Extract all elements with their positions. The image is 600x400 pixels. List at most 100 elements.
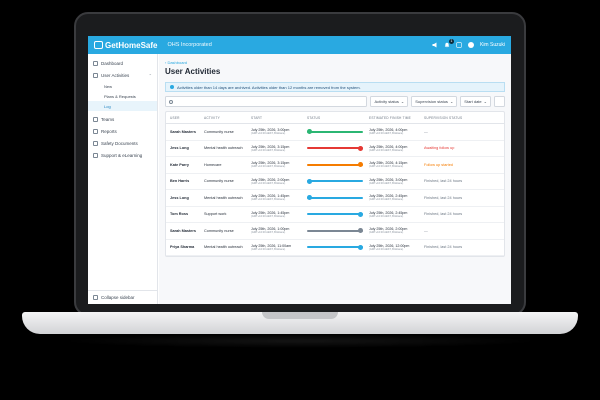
status-line	[307, 196, 363, 199]
timezone: (GMT+10:00 AEST, Brisbane)	[369, 181, 404, 185]
row-activity: Community nurse	[204, 129, 234, 134]
sidebar-subitem-new[interactable]: New	[88, 81, 157, 91]
status-track	[307, 195, 363, 201]
table-row[interactable]: Sarah Masters Community nurse July 25th,…	[166, 124, 504, 141]
table-body: Sarah Masters Community nurse July 25th,…	[166, 124, 504, 256]
row-user: Kate Parry	[170, 162, 189, 167]
user-name[interactable]: Kim Suzuki	[480, 42, 505, 48]
supervision-status: Finished, last 24 hours	[424, 245, 463, 250]
sidebar-item-reports[interactable]: Reports	[88, 125, 157, 137]
filter-options-button[interactable]	[494, 96, 505, 107]
timezone: (GMT+10:00 AEST, Brisbane)	[251, 165, 286, 169]
chevron-up-icon: ⌃	[148, 72, 152, 78]
status-line	[307, 180, 363, 183]
status-dot	[358, 211, 363, 217]
home-icon	[93, 60, 98, 66]
info-icon	[170, 85, 174, 89]
status-dot	[358, 162, 363, 168]
sidebar-item-label: Reports	[101, 128, 117, 134]
supervision-status: —	[424, 129, 428, 134]
status-track	[307, 129, 363, 135]
chevron-down-icon: ⌄	[483, 99, 487, 104]
timezone: (GMT+10:00 AEST, Brisbane)	[369, 231, 404, 235]
user-avatar-icon[interactable]	[467, 42, 474, 48]
sidebar-item-label: Dashboard	[101, 60, 124, 66]
main-content: ‹ Dashboard User Activities Activities o…	[159, 54, 511, 304]
filter-label: Activity status	[374, 99, 399, 104]
status-dot	[358, 228, 363, 234]
status-line	[307, 147, 363, 150]
activity-icon	[93, 72, 98, 78]
sidebar-item-user-activities[interactable]: User Activities ⌃	[88, 69, 157, 81]
table-row[interactable]: Sarah Masters Community nurse July 25th,…	[166, 223, 504, 240]
sidebar-item-support[interactable]: Support & eLearning	[88, 149, 157, 161]
row-start: July 25th, 2026, 11:00am (GMT+10:00 AEST,…	[251, 244, 307, 251]
finish-time: July 25th, 2026, 4:00pm	[369, 144, 408, 149]
column-header[interactable]: STATUS	[307, 116, 369, 120]
chevron-down-icon: ⌄	[449, 99, 454, 104]
status-dot	[358, 244, 363, 250]
laptop-mockup: GetHomeSafe OHS Incorporated 1 Kim Suzuk…	[0, 0, 600, 400]
timezone: (GMT+10:00 AEST, Brisbane)	[369, 214, 404, 218]
table-row[interactable]: Kate Parry Homecare July 25th, 2026, 3:1…	[166, 157, 504, 174]
table-row[interactable]: Priya Sharma Mental health outreach July…	[166, 240, 504, 256]
megaphone-icon[interactable]	[432, 42, 438, 48]
row-finish: July 25th, 2026, 3:00pm (GMT+10:00 AEST, …	[369, 178, 424, 185]
search-input[interactable]	[165, 96, 368, 107]
sidebar-item-label: User Activities	[101, 72, 130, 78]
column-header[interactable]: SUPERVISION STATUS	[424, 116, 480, 120]
timezone: (GMT+10:00 AEST, Brisbane)	[369, 132, 404, 136]
collapse-sidebar-button[interactable]: Collapse sidebar	[88, 290, 158, 304]
column-header[interactable]: ESTIMATED FINISH TIME	[369, 116, 424, 120]
status-line	[307, 163, 363, 166]
status-dot	[358, 145, 363, 151]
page-title: User Activities	[165, 67, 221, 76]
status-line	[307, 246, 363, 249]
report-icon	[93, 128, 98, 134]
sidebar-item-teams[interactable]: Teams	[88, 113, 157, 125]
sidebar-subitem-log[interactable]: Log	[88, 101, 157, 111]
filter-label: Supervision status	[415, 99, 448, 104]
sidebar-item-label: Support & eLearning	[101, 152, 143, 158]
sidebar: Dashboard User Activities ⌃ New Plans & …	[88, 54, 158, 304]
supervision-status: Follow up started	[424, 162, 453, 167]
top-bar-actions: 1 Kim Suzuki	[432, 39, 505, 48]
row-finish: July 25th, 2026, 4:00pm (GMT+10:00 AEST, …	[369, 145, 424, 152]
brand-logo[interactable]: GetHomeSafe	[94, 41, 157, 50]
row-start: July 25th, 2026, 2:00pm (GMT+10:00 AEST, …	[251, 178, 307, 185]
finish-time: July 25th, 2026, 12:00pm	[369, 243, 410, 248]
status-dot	[307, 195, 312, 201]
sidebar-subitem-plans-requests[interactable]: Plans & Requests	[88, 91, 157, 101]
row-start: July 25th, 2026, 1:45pm (GMT+10:00 AEST, …	[251, 194, 307, 201]
timezone: (GMT+10:00 AEST, Brisbane)	[251, 148, 286, 152]
row-user: Sarah Masters	[170, 228, 196, 233]
row-finish: July 25th, 2026, 2:00pm (GMT+10:00 AEST, …	[369, 227, 424, 234]
timezone: (GMT+10:00 AEST, Brisbane)	[369, 165, 404, 169]
start-date-filter[interactable]: Start date ⌄	[460, 96, 491, 107]
row-activity: Community nurse	[204, 228, 234, 233]
table-row[interactable]: Jess Long Mental health outreach July 25…	[166, 141, 504, 157]
column-header[interactable]: START	[251, 116, 307, 120]
status-dot	[307, 178, 312, 184]
row-start: July 25th, 2026, 1:00pm (GMT+10:00 AEST, …	[251, 227, 307, 234]
row-start: July 25th, 2026, 3:00pm (GMT+10:00 AEST, …	[251, 128, 307, 135]
table-row[interactable]: Tom Ross Support work July 25th, 2026, 1…	[166, 207, 504, 223]
table-row[interactable]: Ben Harris Community nurse July 25th, 20…	[166, 174, 504, 190]
breadcrumb[interactable]: ‹ Dashboard	[165, 60, 505, 65]
table-row[interactable]: Jess Long Mental health outreach July 25…	[166, 190, 504, 207]
column-header[interactable]: ACTIVITY	[204, 116, 251, 120]
status-track	[307, 228, 363, 234]
notifications-button[interactable]: 1	[444, 39, 454, 48]
row-start: July 25th, 2026, 3:15pm (GMT+10:00 AEST, …	[251, 145, 307, 152]
help-icon[interactable]	[456, 42, 462, 48]
column-header[interactable]: USER	[170, 116, 204, 120]
supervision-status-filter[interactable]: Supervision status ⌄	[411, 96, 458, 107]
app-screen: GetHomeSafe OHS Incorporated 1 Kim Suzuk…	[88, 36, 511, 304]
brand-name: GetHomeSafe	[105, 40, 158, 50]
filter-bar: Activity status ⌄ Supervision status ⌄ S…	[165, 96, 505, 107]
row-activity: Mental health outreach	[204, 146, 243, 151]
status-track	[307, 145, 363, 151]
sidebar-item-safety-documents[interactable]: Safety Documents	[88, 137, 157, 149]
activity-status-filter[interactable]: Activity status ⌄	[370, 96, 409, 107]
sidebar-item-dashboard[interactable]: Dashboard	[88, 57, 157, 69]
